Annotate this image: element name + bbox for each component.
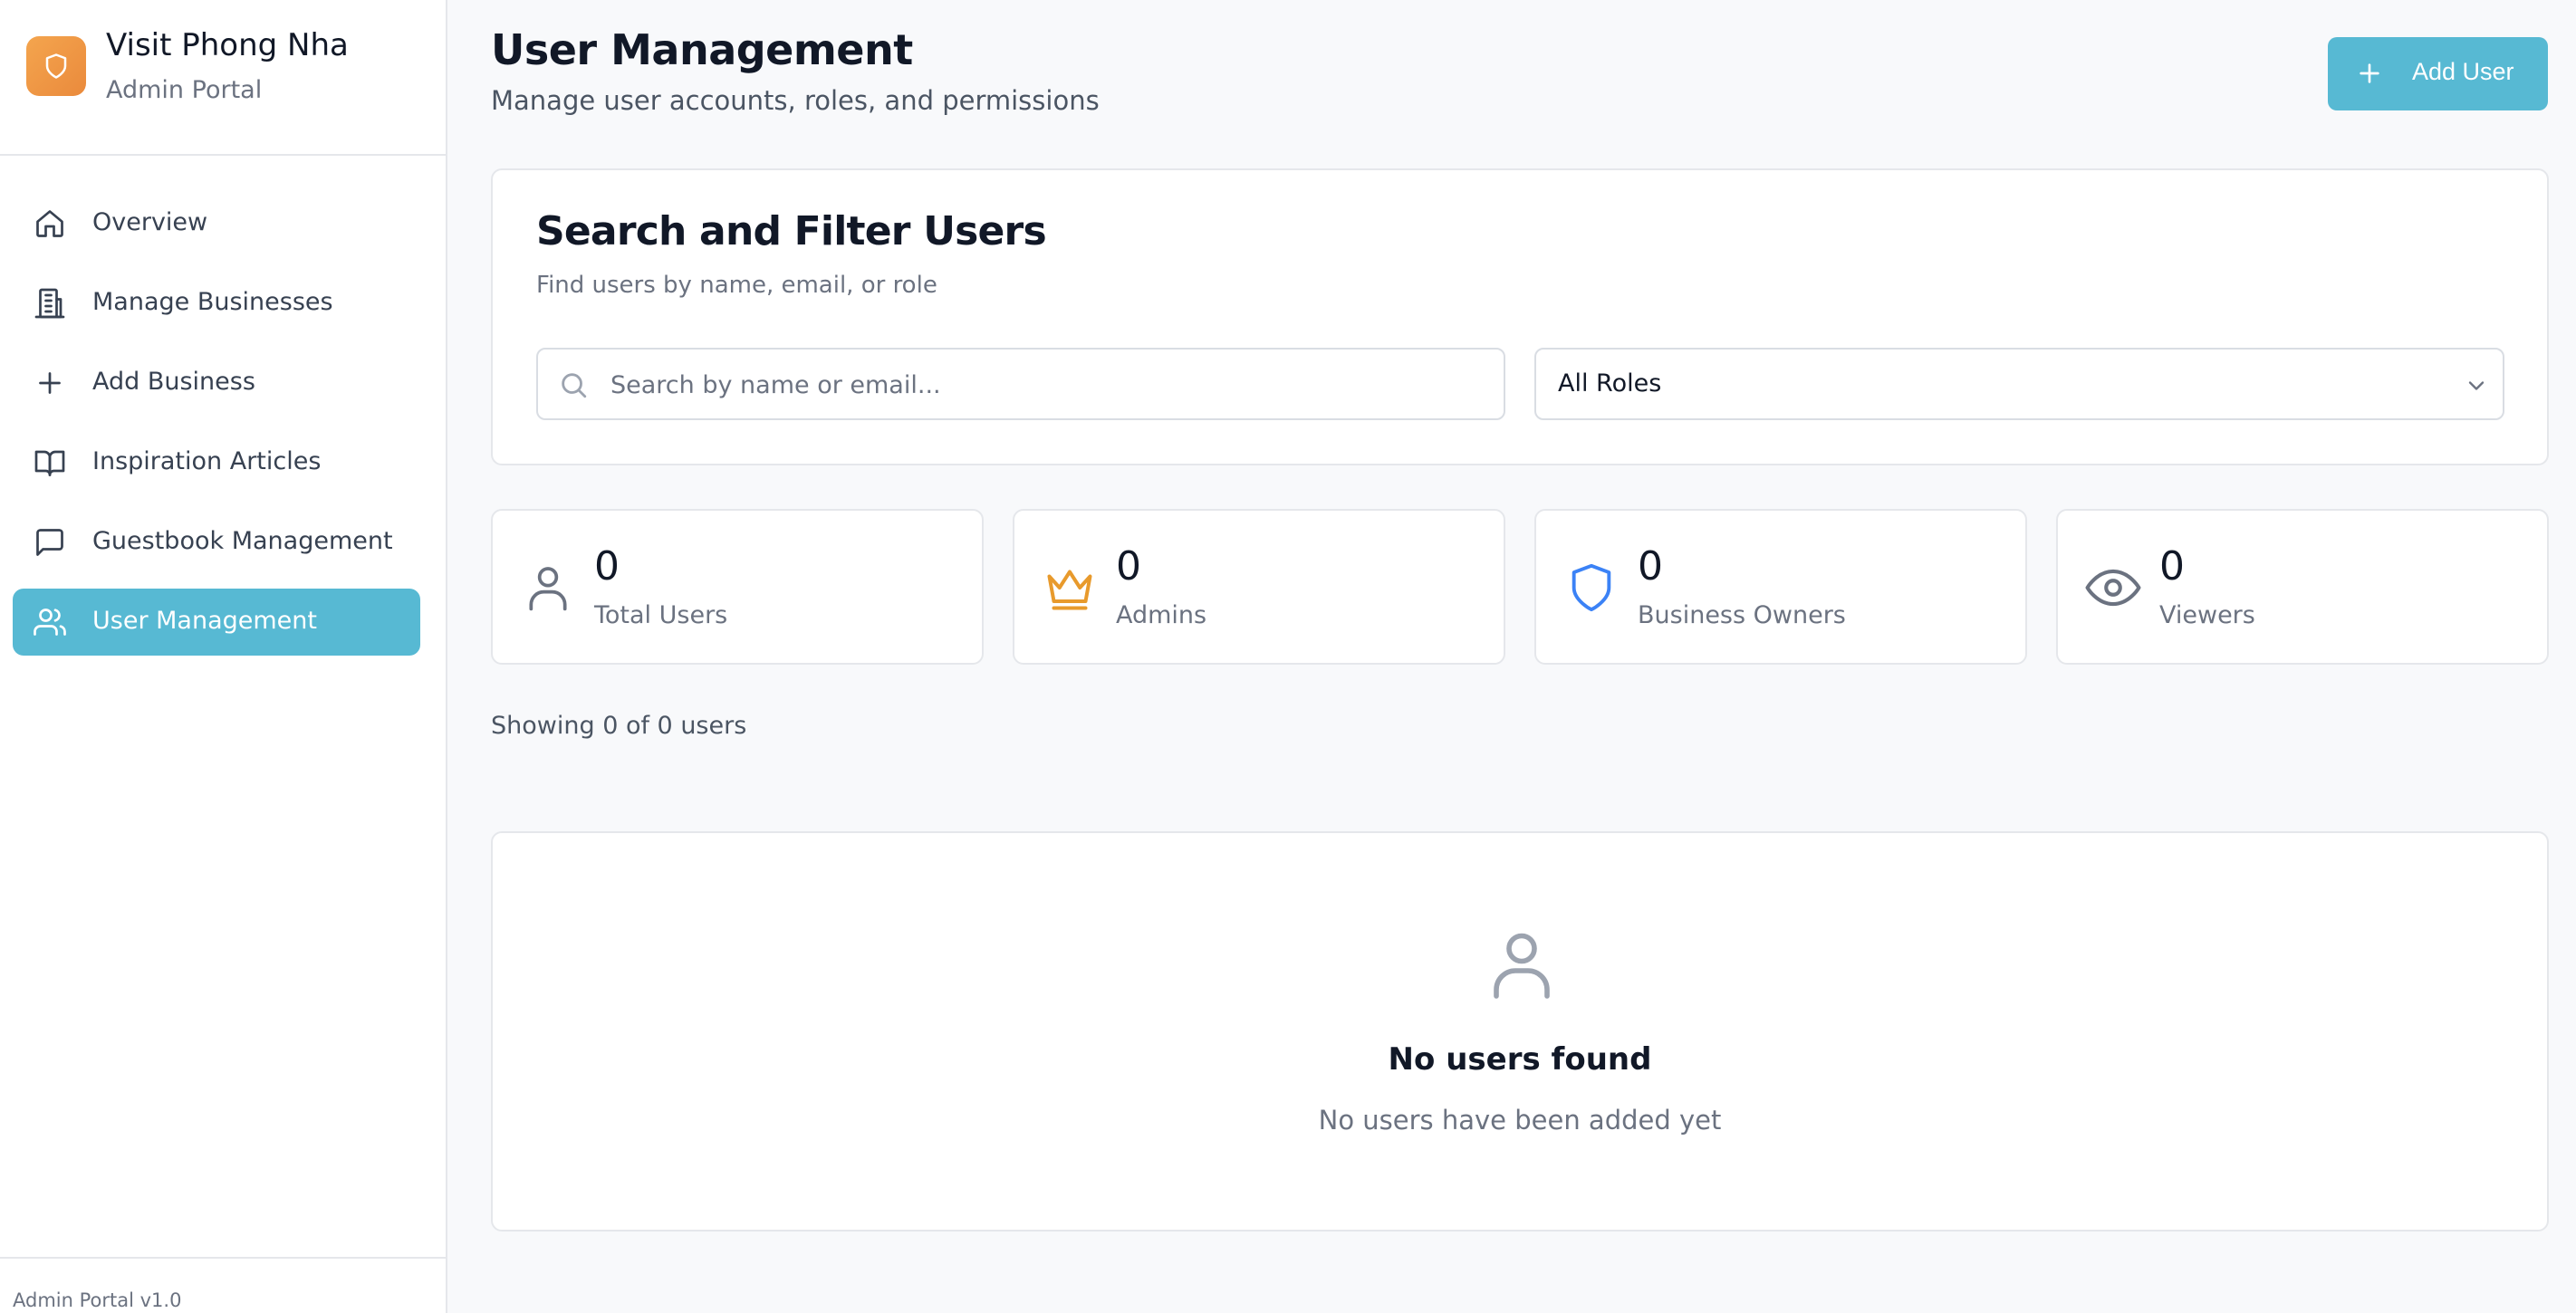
sidebar-item-inspiration-articles[interactable]: Inspiration Articles xyxy=(13,429,420,496)
message-square-icon xyxy=(34,526,66,559)
stat-value: 0 xyxy=(594,543,620,589)
sidebar-item-label: User Management xyxy=(92,607,317,635)
role-select[interactable]: All Roles xyxy=(1534,348,2504,420)
stat-card-admins: 0 Admins xyxy=(1013,509,1505,665)
sidebar-item-add-business[interactable]: Add Business xyxy=(13,350,420,417)
search-input[interactable] xyxy=(610,360,1480,409)
add-user-button[interactable]: Add User xyxy=(2328,37,2548,110)
users-icon xyxy=(34,606,66,638)
sidebar-item-guestbook-management[interactable]: Guestbook Management xyxy=(13,509,420,576)
search-box[interactable] xyxy=(536,348,1505,420)
sidebar-item-label: Add Business xyxy=(92,368,255,396)
sidebar-footer: Admin Portal v1.0 xyxy=(0,1257,446,1313)
stat-label: Admins xyxy=(1116,601,1207,629)
stat-card-viewers: 0 Viewers xyxy=(2056,509,2549,665)
plus-icon xyxy=(2360,63,2379,83)
role-select-value: All Roles xyxy=(1558,369,1662,398)
shield-icon xyxy=(1562,558,1621,618)
sidebar-item-label: Inspiration Articles xyxy=(92,447,322,475)
home-icon xyxy=(34,207,66,240)
sidebar-item-overview[interactable]: Overview xyxy=(13,190,420,257)
page-title: User Management xyxy=(491,25,913,74)
user-icon xyxy=(1494,933,1550,999)
empty-state-card: No users found No users have been added … xyxy=(491,831,2549,1232)
brand-subtitle: Admin Portal xyxy=(106,76,263,104)
sidebar-item-label: Guestbook Management xyxy=(92,527,393,555)
brand-logo xyxy=(26,36,86,96)
sidebar-item-label: Manage Businesses xyxy=(92,288,333,316)
stat-card-total-users: 0 Total Users xyxy=(491,509,984,665)
sidebar-nav: Overview Manage Businesses Add Business … xyxy=(13,190,420,668)
stat-card-business-owners: 0 Business Owners xyxy=(1534,509,2027,665)
user-icon xyxy=(518,558,578,618)
brand-header: Visit Phong Nha Admin Portal xyxy=(0,0,446,156)
filter-subtitle: Find users by name, email, or role xyxy=(536,272,937,299)
add-user-label: Add User xyxy=(2412,58,2514,85)
stat-value: 0 xyxy=(1638,543,1663,589)
plus-icon xyxy=(34,367,66,399)
book-open-icon xyxy=(34,446,66,479)
chevron-down-icon xyxy=(2468,381,2485,390)
brand-title: Visit Phong Nha xyxy=(106,27,349,63)
stat-label: Total Users xyxy=(594,601,728,629)
results-count: Showing 0 of 0 users xyxy=(491,712,747,740)
sidebar-item-label: Overview xyxy=(92,208,208,236)
search-icon xyxy=(562,373,587,398)
crown-icon xyxy=(1040,558,1100,618)
filter-title: Search and Filter Users xyxy=(536,208,1047,254)
stat-label: Viewers xyxy=(2159,601,2255,629)
sidebar: Visit Phong Nha Admin Portal Overview Ma… xyxy=(0,0,447,1313)
shield-logo-icon xyxy=(45,53,67,79)
sidebar-item-user-management[interactable]: User Management xyxy=(13,589,420,656)
empty-state-subtitle: No users have been added yet xyxy=(1318,1105,1722,1136)
stat-value: 0 xyxy=(2159,543,2185,589)
stat-label: Business Owners xyxy=(1638,601,1846,629)
version-text: Admin Portal v1.0 xyxy=(13,1289,182,1311)
eye-icon xyxy=(2083,558,2143,618)
page-subtitle: Manage user accounts, roles, and permiss… xyxy=(491,85,1100,116)
stat-value: 0 xyxy=(1116,543,1141,589)
empty-state-title: No users found xyxy=(1388,1041,1652,1078)
search-filter-card: Search and Filter Users Find users by na… xyxy=(491,168,2549,465)
sidebar-item-manage-businesses[interactable]: Manage Businesses xyxy=(13,270,420,337)
building-icon xyxy=(34,287,66,320)
